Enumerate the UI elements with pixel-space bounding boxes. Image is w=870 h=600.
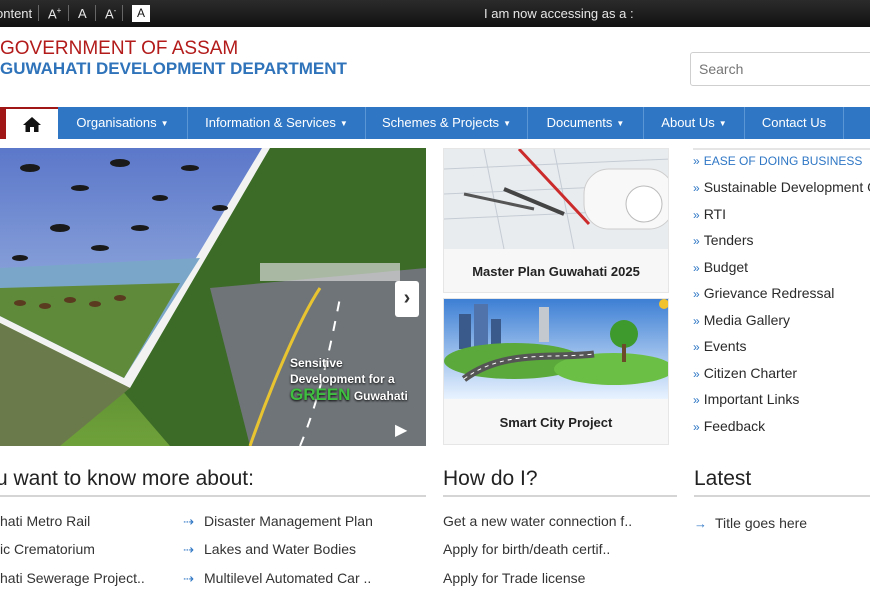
quick-link-media-gallery[interactable]: » Media Gallery bbox=[693, 312, 790, 328]
divider bbox=[68, 5, 69, 21]
slider-next-button[interactable]: › bbox=[395, 281, 419, 317]
government-title: GOVERNMENT OF ASSAM bbox=[0, 38, 239, 59]
font-decrease-button[interactable]: A- bbox=[105, 6, 116, 21]
quick-link-rti[interactable]: » RTI bbox=[693, 206, 726, 222]
know-more-link[interactable]: Disaster Management Plan bbox=[204, 513, 373, 529]
font-normal-button[interactable]: A bbox=[78, 6, 87, 21]
quick-link-feedback[interactable]: » Feedback bbox=[693, 418, 765, 434]
quick-link-important-links[interactable]: » Important Links bbox=[693, 391, 799, 407]
main-navigation: Organisations ▼ Information & Services ▼ S… bbox=[0, 107, 870, 139]
nav-item-schemes-projects[interactable]: Schemes & Projects ▼ bbox=[366, 107, 528, 139]
divider bbox=[0, 495, 426, 497]
quick-link-budget[interactable]: » Budget bbox=[693, 259, 748, 275]
blueprint-image bbox=[444, 149, 668, 249]
know-more-link[interactable]: Lakes and Water Bodies bbox=[204, 541, 356, 557]
quick-link-ease-of-doing-business[interactable]: » EASE OF DOING BUSINESS bbox=[693, 154, 862, 168]
arrow-right-icon: ⇢ bbox=[183, 514, 194, 529]
know-more-title: u want to know more about: bbox=[0, 467, 254, 490]
how-do-i-link[interactable]: Get a new water connection f.. bbox=[443, 513, 632, 529]
divider bbox=[443, 495, 677, 497]
divider bbox=[38, 5, 39, 21]
latest-item[interactable]: Title goes here bbox=[715, 515, 807, 531]
latest-title: Latest bbox=[694, 467, 752, 490]
divider bbox=[693, 148, 870, 150]
know-more-link[interactable]: ic Crematorium bbox=[0, 541, 95, 557]
how-do-i-link[interactable]: Apply for Trade license bbox=[443, 570, 585, 586]
divider bbox=[95, 5, 96, 21]
home-button[interactable] bbox=[6, 107, 58, 139]
quick-link-grievance-redressal[interactable]: » Grievance Redressal bbox=[693, 285, 834, 301]
know-more-link[interactable]: hati Metro Rail bbox=[0, 513, 90, 529]
home-icon bbox=[23, 116, 41, 132]
card-master-plan[interactable]: Master Plan Guwahati 2025 bbox=[443, 148, 669, 293]
quick-link-events[interactable]: » Events bbox=[693, 338, 747, 354]
know-more-link[interactable]: hati Sewerage Project.. bbox=[0, 570, 145, 586]
nav-item-contact-us[interactable]: Contact Us bbox=[745, 107, 844, 139]
how-do-i-title: How do I? bbox=[443, 467, 538, 490]
nav-item-organisations[interactable]: Organisations ▼ bbox=[58, 107, 188, 139]
top-utility-bar: ontent A+ A A- A I am now accessing as a… bbox=[0, 0, 870, 27]
font-increase-button[interactable]: A+ bbox=[48, 6, 61, 21]
arrow-right-icon: ⇢ bbox=[183, 571, 194, 586]
card-smart-city[interactable]: Smart City Project bbox=[443, 298, 669, 445]
nav-item-information-services[interactable]: Information & Services ▼ bbox=[188, 107, 366, 139]
high-contrast-button[interactable]: A bbox=[132, 5, 150, 22]
slider-play-icon[interactable]: ▶ bbox=[395, 420, 407, 440]
arrow-right-icon: ⇢ bbox=[183, 542, 194, 557]
quick-link-sustainable-development[interactable]: » Sustainable Development G bbox=[693, 179, 870, 195]
search-input[interactable] bbox=[690, 52, 870, 86]
arrow-right-icon: → bbox=[694, 516, 707, 531]
card-master-plan-label: Master Plan Guwahati 2025 bbox=[472, 264, 640, 279]
banner-caption: Sensitive Development for a GREEN Guwaha… bbox=[290, 356, 408, 404]
card-smart-city-label: Smart City Project bbox=[499, 415, 613, 430]
smart-city-image bbox=[444, 299, 668, 399]
divider bbox=[694, 495, 870, 497]
access-as-label: I am now accessing as a : bbox=[484, 6, 634, 21]
skip-to-content-link[interactable]: ontent bbox=[0, 6, 32, 21]
divider bbox=[122, 5, 123, 21]
quick-link-citizen-charter[interactable]: » Citizen Charter bbox=[693, 365, 797, 381]
know-more-link[interactable]: Multilevel Automated Car .. bbox=[204, 570, 371, 586]
quick-link-tenders[interactable]: » Tenders bbox=[693, 232, 754, 248]
how-do-i-link[interactable]: Apply for birth/death certif.. bbox=[443, 541, 610, 557]
department-title[interactable]: GUWAHATI DEVELOPMENT DEPARTMENT bbox=[0, 59, 347, 79]
nav-item-about-us[interactable]: About Us ▼ bbox=[644, 107, 745, 139]
nav-item-documents[interactable]: Documents ▼ bbox=[528, 107, 644, 139]
